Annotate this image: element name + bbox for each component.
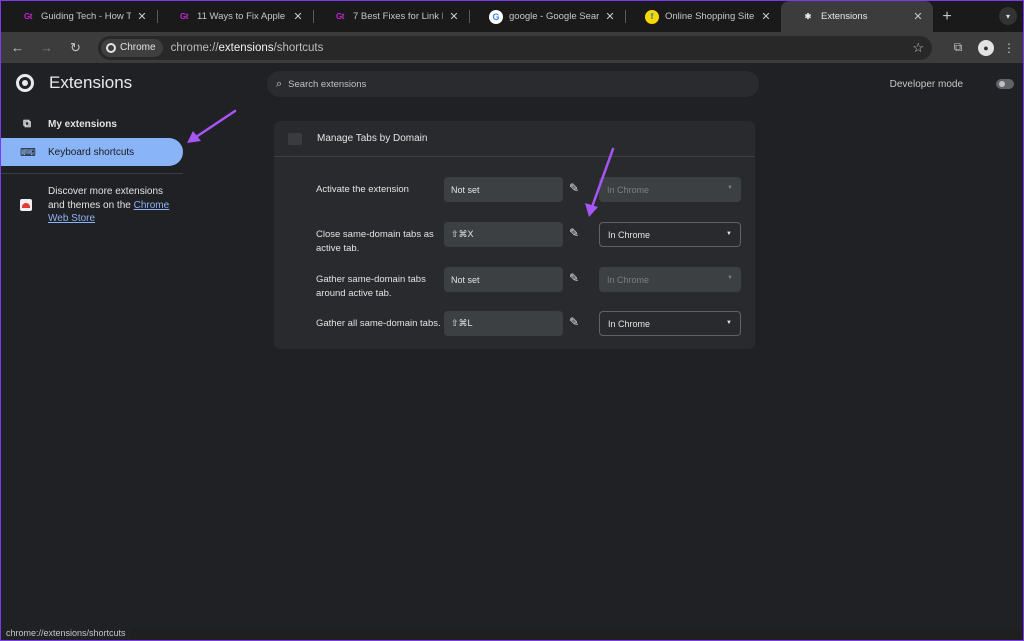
sidebar-item-label: My extensions [48,118,117,130]
chevron-down-icon: ▼ [726,231,732,237]
extensions-page: Extensions ⌕ Developer mode ⧉ My extensi… [1,63,1023,628]
scope-value: In Chrome [608,318,651,329]
sidebar-item-label: Keyboard shortcuts [48,146,135,158]
tab-title: google - Google Search [509,11,599,22]
command-label: Activate the extension [316,184,409,195]
close-icon[interactable]: ✕ [603,10,617,23]
chrome-icon [106,42,116,53]
sidebar-item-keyboard-shortcuts[interactable]: ⌨ Keyboard shortcuts [1,138,183,166]
edit-pencil-icon[interactable]: ✎ [567,315,581,329]
chevron-down-icon: ▼ [726,320,732,326]
back-arrow-icon[interactable]: ← [5,35,30,60]
edit-pencil-icon[interactable]: ✎ [567,226,581,240]
browser-toolbar: ← → ↻ Chrome chrome://extensions/shortcu… [1,32,1023,63]
web-store-promo: Discover more extensions and themes on t… [20,185,180,226]
developer-mode-toggle[interactable] [996,79,1014,89]
shortcut-field[interactable]: Not set [444,267,563,292]
guiding-tech-favicon-icon: Gt [336,12,344,21]
page-header: Extensions [16,73,132,93]
guiding-tech-favicon-icon: Gt [24,12,32,21]
close-icon[interactable]: ✕ [291,10,305,23]
tab-title: 11 Ways to Fix Apple Watc [197,11,287,22]
scope-value: In Chrome [608,229,651,240]
url-host: extensions [218,41,274,54]
url-scheme: chrome:// [170,41,219,54]
sidebar-item-my-extensions[interactable]: ⧉ My extensions [1,110,183,138]
guiding-tech-favicon-icon: Gt [180,12,188,21]
scope-select: In Chrome ▼ [599,267,741,292]
search-box[interactable]: ⌕ [267,71,759,97]
shortcut-field[interactable]: ⇧⌘L [444,311,563,336]
chrome-logo-icon [16,74,34,92]
command-label: Gather all same-domain tabs. [316,318,441,329]
browser-tab-active[interactable]: ✱ Extensions ✕ [781,1,933,32]
flipkart-favicon-icon: f [645,9,659,24]
forward-arrow-icon[interactable]: → [34,35,59,60]
browser-tab[interactable]: G google - Google Search ✕ [469,1,625,32]
sidebar-divider [1,173,183,174]
site-info-chip[interactable]: Chrome [101,38,163,57]
status-bar: chrome://extensions/shortcuts [1,626,131,640]
close-icon[interactable]: ✕ [447,10,461,23]
url-text[interactable]: chrome://extensions/shortcuts [171,42,324,54]
new-tab-button[interactable]: + [933,1,961,32]
browser-tab[interactable]: Gt 7 Best Fixes for Link Previ ✕ [313,1,469,32]
tab-search-chevron-icon[interactable]: ▾ [999,7,1017,25]
extension-header: Manage Tabs by Domain [274,121,755,157]
developer-mode-label: Developer mode [889,79,963,90]
browser-tab[interactable]: f Online Shopping Site for M ✕ [625,1,781,32]
web-store-icon [20,199,32,211]
shortcut-field[interactable]: Not set [444,177,563,202]
chevron-down-icon: ▼ [727,185,733,191]
google-favicon-icon: G [489,9,503,24]
puzzle-icon: ⧉ [23,117,31,130]
profile-button[interactable]: ● [972,35,1000,60]
edit-pencil-icon[interactable]: ✎ [567,271,581,285]
search-icon: ⌕ [276,77,283,90]
tab-title: 7 Best Fixes for Link Previ [353,11,443,22]
shortcut-row: Gather same-domain tabs around active ta… [274,267,755,313]
reload-icon[interactable]: ↻ [63,35,88,60]
close-icon[interactable]: ✕ [759,10,773,23]
browser-tab[interactable]: Gt Guiding Tech - How To Ar ✕ [1,1,157,32]
shortcut-row: Close same-domain tabs as active tab. ⇧⌘… [274,222,755,268]
puzzle-icon: ✱ [804,12,812,21]
extension-icon [288,132,302,145]
chip-label: Chrome [120,42,156,53]
extension-name: Manage Tabs by Domain [317,133,428,144]
annotation-arrow [187,109,237,143]
scope-value: In Chrome [607,184,650,195]
tab-title: Online Shopping Site for M [665,11,755,22]
page-title: Extensions [49,73,133,92]
scope-select: In Chrome ▼ [599,177,741,202]
keyboard-icon: ⌨ [20,146,36,159]
tab-strip: Gt Guiding Tech - How To Ar ✕ Gt 11 Ways… [1,1,1023,32]
extension-shortcuts-card: Manage Tabs by Domain Activate the exten… [274,121,755,349]
web-store-text: Discover more extensions and themes on t… [48,185,180,226]
bookmark-star-icon[interactable]: ☆ [912,40,924,56]
command-label: Close same-domain tabs as active tab. [316,229,434,254]
chevron-down-icon: ▼ [727,275,733,281]
tab-title: Guiding Tech - How To Ar [41,11,131,22]
scope-value: In Chrome [607,274,650,285]
kebab-menu-icon[interactable]: ⋮ [1000,35,1018,60]
command-label: Gather same-domain tabs around active ta… [316,274,426,299]
tab-title: Extensions [821,11,868,22]
close-icon[interactable]: ✕ [135,10,149,23]
puzzle-icon[interactable]: ⧉ [944,35,972,60]
scope-select[interactable]: In Chrome ▼ [599,311,741,336]
browser-tab[interactable]: Gt 11 Ways to Fix Apple Watc ✕ [157,1,313,32]
address-bar[interactable]: Chrome chrome://extensions/shortcuts ☆ [98,35,932,60]
shortcut-field[interactable]: ⇧⌘X [444,222,563,247]
edit-pencil-icon[interactable]: ✎ [567,181,581,195]
shortcut-row: Activate the extension Not set ✎ In Chro… [274,177,755,223]
search-input[interactable] [288,78,709,90]
close-icon[interactable]: ✕ [911,10,925,23]
avatar-icon: ● [978,39,994,56]
shortcut-row: Gather all same-domain tabs. ⇧⌘L ✎ In Ch… [274,311,755,357]
scope-select[interactable]: In Chrome ▼ [599,222,741,247]
url-path: /shortcuts [273,41,324,54]
